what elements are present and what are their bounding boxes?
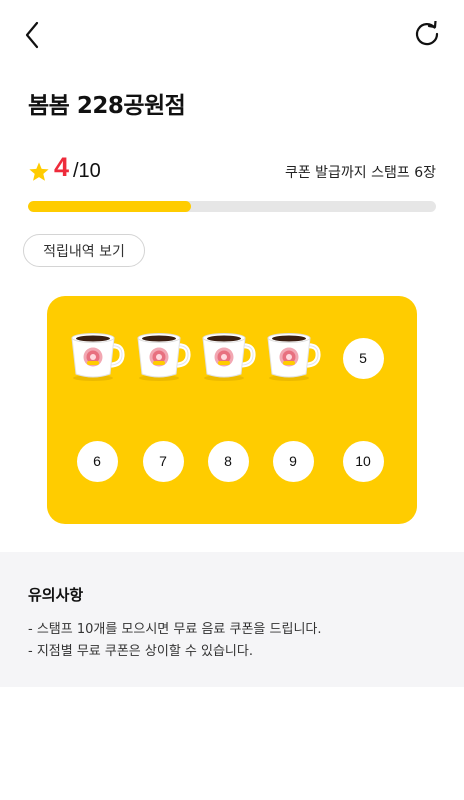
notice-section: 유의사항 - 스탬프 10개를 모으시면 무료 음료 쿠폰을 드립니다. - 지… <box>0 552 464 687</box>
stamp-count-current: 4 <box>54 152 70 182</box>
stamp-filled <box>133 328 193 388</box>
star-icon <box>29 162 49 181</box>
stamp-number: 5 <box>342 337 384 379</box>
stamp-empty: 5 <box>333 328 393 388</box>
stamp-count-row: 4 /10 쿠폰 발급까지 스탬프 6장 <box>28 152 436 190</box>
view-history-button[interactable]: 적립내역 보기 <box>23 234 145 267</box>
stamp-empty: 9 <box>263 431 323 491</box>
stamp-filled <box>67 328 127 388</box>
notice-title: 유의사항 <box>28 586 84 604</box>
stamp-empty: 8 <box>198 431 258 491</box>
remaining-stamps-text: 쿠폰 발급까지 스탬프 6장 <box>284 165 436 181</box>
coffee-cup-icon <box>69 330 125 386</box>
stamp-number: 8 <box>207 440 249 482</box>
stamp-progress-bar <box>28 201 436 212</box>
stamp-number: 9 <box>272 440 314 482</box>
stamp-number: 7 <box>142 440 184 482</box>
back-button[interactable] <box>18 18 46 52</box>
stamp-empty: 6 <box>67 431 127 491</box>
chevron-left-icon <box>25 21 39 49</box>
stamp-empty: 10 <box>333 431 393 491</box>
coffee-cup-icon <box>135 330 191 386</box>
refresh-icon <box>415 21 439 46</box>
coffee-cup-icon <box>200 330 256 386</box>
stamp-filled <box>198 328 258 388</box>
header <box>0 0 464 70</box>
stamp-progress-fill <box>28 201 192 212</box>
store-name: 봄봄 228공원점 <box>28 93 186 119</box>
stamp-empty: 7 <box>133 431 193 491</box>
stamp-card: 5 6 7 8 9 10 <box>47 296 417 524</box>
stamp-count-total: /10 <box>73 160 101 182</box>
stamp-filled <box>263 328 323 388</box>
notice-line: - 스탬프 10개를 모으시면 무료 음료 쿠폰을 드립니다. <box>28 622 322 637</box>
notice-line: - 지점별 무료 쿠폰은 상이할 수 있습니다. <box>28 644 253 659</box>
coffee-cup-icon <box>265 330 321 386</box>
stamp-number: 10 <box>342 440 384 482</box>
refresh-button[interactable] <box>412 19 442 49</box>
stamp-number: 6 <box>76 440 118 482</box>
